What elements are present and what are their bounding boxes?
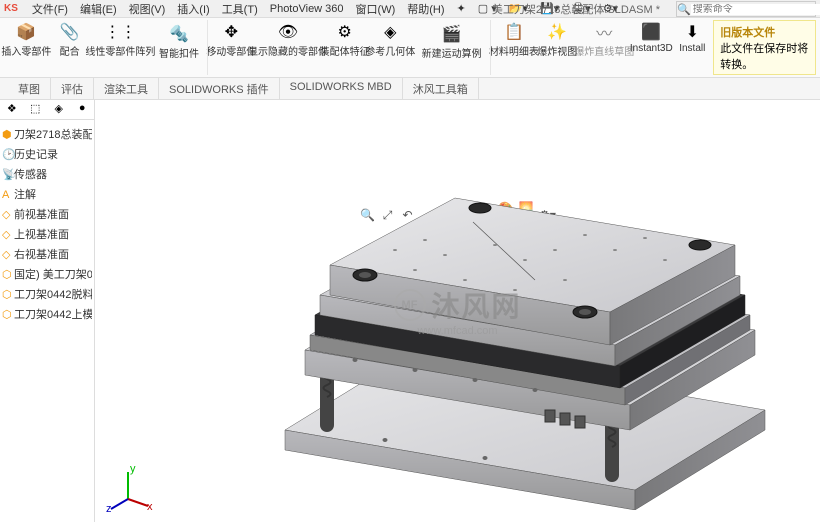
axis-y-label: y (130, 464, 136, 475)
old-version-notice: 旧版本文件 此文件在保存时将转换。 (713, 20, 816, 75)
move-component-button[interactable]: ✥移动零部件 (209, 20, 254, 75)
tree-annotations[interactable]: A注解 (2, 184, 92, 204)
menu-insert[interactable]: 插入(I) (171, 1, 215, 17)
tab-evaluate[interactable]: 评估 (51, 78, 94, 99)
smart-fasteners-button[interactable]: 🔩智能扣件 (155, 22, 203, 62)
new-motion-study-button[interactable]: 🎬新建运动算例 (418, 22, 486, 62)
menu-edit[interactable]: 编辑(E) (74, 1, 123, 17)
app-logo: KS (4, 3, 18, 14)
exploded-view-button[interactable]: ✨爆炸视图 (537, 20, 577, 75)
axis-x-label: x (147, 501, 153, 513)
ribbon: 📦插入零部件 📎配合 ⋮⋮线性零部件阵列 🔩智能扣件 ✥移动零部件 👁显示隐藏的… (0, 18, 820, 78)
install-icon: ⬇ (682, 22, 702, 42)
tree-top-plane[interactable]: ◇上视基准面 (2, 224, 92, 244)
feature-manager-panel: ❖ ⬚ ◈ ● ⬢刀架2718总装配体 (默认 🕑历史记录 📡传感器 A注解 ◇… (0, 100, 95, 522)
bom-button[interactable]: 📋材料明细表 (492, 20, 537, 75)
model-3d-render (235, 150, 795, 510)
tree-subassembly-2[interactable]: ⬡工刀架0442脱料装配体< (2, 284, 92, 304)
search-input[interactable] (691, 4, 820, 15)
notice-body: 此文件在保存时将转换。 (720, 40, 809, 72)
visibility-icon: 👁 (278, 22, 298, 42)
tab-mufeng[interactable]: 沐风工具箱 (403, 78, 479, 99)
tab-sw-mbd[interactable]: SOLIDWORKS MBD (280, 78, 403, 99)
menu-tools[interactable]: 工具(T) (216, 1, 264, 17)
move-icon: ✥ (221, 22, 241, 42)
tree-history[interactable]: 🕑历史记录 (2, 144, 92, 164)
menu-star-icon[interactable]: ✦ (451, 2, 472, 15)
tab-sketch[interactable]: 草图 (8, 78, 51, 99)
search-icon: 🔍 (677, 3, 691, 16)
feature-tree-tab-icon[interactable]: ❖ (0, 100, 24, 119)
ribbon-group-study: 🎬新建运动算例 (414, 20, 491, 75)
graphics-viewport[interactable]: 🔍 ⤢ ↶ ◐ ⬚▾ ◫▾ 👁▾ 🎨▾ 🌅▾ ⚙▾ (95, 100, 820, 522)
tree-subassembly-3[interactable]: ⬡工刀架0442上模装配体< (2, 304, 92, 324)
motion-icon: 🎬 (442, 24, 462, 44)
linear-pattern-button[interactable]: ⋮⋮线性零部件阵列 (91, 20, 150, 75)
pattern-icon: ⋮⋮ (110, 22, 130, 42)
property-tab-icon[interactable]: ⬚ (24, 100, 48, 119)
bom-icon: 📋 (504, 22, 524, 42)
insert-component-icon: 📦 (16, 22, 36, 42)
instant3d-button[interactable]: ⬛Instant3D (631, 20, 671, 75)
assembly-features-button[interactable]: ⚙装配体特征 (322, 20, 367, 75)
sidebar-tabs: ❖ ⬚ ◈ ● (0, 100, 94, 120)
config-tab-icon[interactable]: ◈ (47, 100, 71, 119)
main-area: ❖ ⬚ ◈ ● ⬢刀架2718总装配体 (默认 🕑历史记录 📡传感器 A注解 ◇… (0, 100, 820, 522)
feature-tree: ⬢刀架2718总装配体 (默认 🕑历史记录 📡传感器 A注解 ◇前视基准面 ◇上… (0, 120, 94, 328)
command-manager-tabs: 草图 评估 渲染工具 SOLIDWORKS 插件 SOLIDWORKS MBD … (0, 78, 820, 100)
mate-icon: 📎 (60, 22, 80, 42)
menu-photoview[interactable]: PhotoView 360 (264, 3, 350, 15)
menu-help[interactable]: 帮助(H) (401, 1, 450, 17)
axis-z-label: z (106, 503, 112, 514)
show-hidden-button[interactable]: 👁显示隐藏的零部件 (255, 20, 322, 75)
line-sketch-icon: 〰 (594, 22, 614, 42)
orientation-triad[interactable]: y x z (103, 464, 153, 514)
search-commands[interactable]: 🔍 (676, 1, 816, 17)
menu-file[interactable]: 文件(F) (26, 1, 74, 17)
tab-render[interactable]: 渲染工具 (94, 78, 159, 99)
tree-sensors[interactable]: 📡传感器 (2, 164, 92, 184)
display-tab-icon[interactable]: ● (71, 100, 95, 119)
reference-geometry-button[interactable]: ◈参考几何体 (368, 20, 413, 75)
document-title: 美工刀架2718总装配体.SLDASM * (492, 1, 660, 17)
tree-front-plane[interactable]: ◇前视基准面 (2, 204, 92, 224)
notice-title: 旧版本文件 (720, 24, 809, 40)
instant3d-icon: ⬛ (641, 22, 661, 42)
tree-root[interactable]: ⬢刀架2718总装配体 (默认 (2, 124, 92, 144)
insert-component-button[interactable]: 📦插入零部件 (4, 20, 49, 75)
tab-sw-addins[interactable]: SOLIDWORKS 插件 (159, 78, 280, 99)
exploded-line-button[interactable]: 〰爆炸直线草图 (578, 20, 630, 75)
mate-button[interactable]: 📎配合 (50, 20, 90, 75)
exploded-icon: ✨ (547, 22, 567, 42)
menu-window[interactable]: 窗口(W) (350, 1, 402, 17)
feature-icon: ⚙ (335, 22, 355, 42)
geometry-icon: ◈ (380, 22, 400, 42)
ribbon-group-components: 🔩智能扣件 (151, 20, 208, 75)
menu-view[interactable]: 视图(V) (123, 1, 172, 17)
tree-right-plane[interactable]: ◇右视基准面 (2, 244, 92, 264)
install-button[interactable]: ⬇Install (672, 20, 712, 75)
tree-subassembly-1[interactable]: ⬡国定) 美工刀架0442下模座 (2, 264, 92, 284)
fastener-icon: 🔩 (169, 24, 189, 44)
